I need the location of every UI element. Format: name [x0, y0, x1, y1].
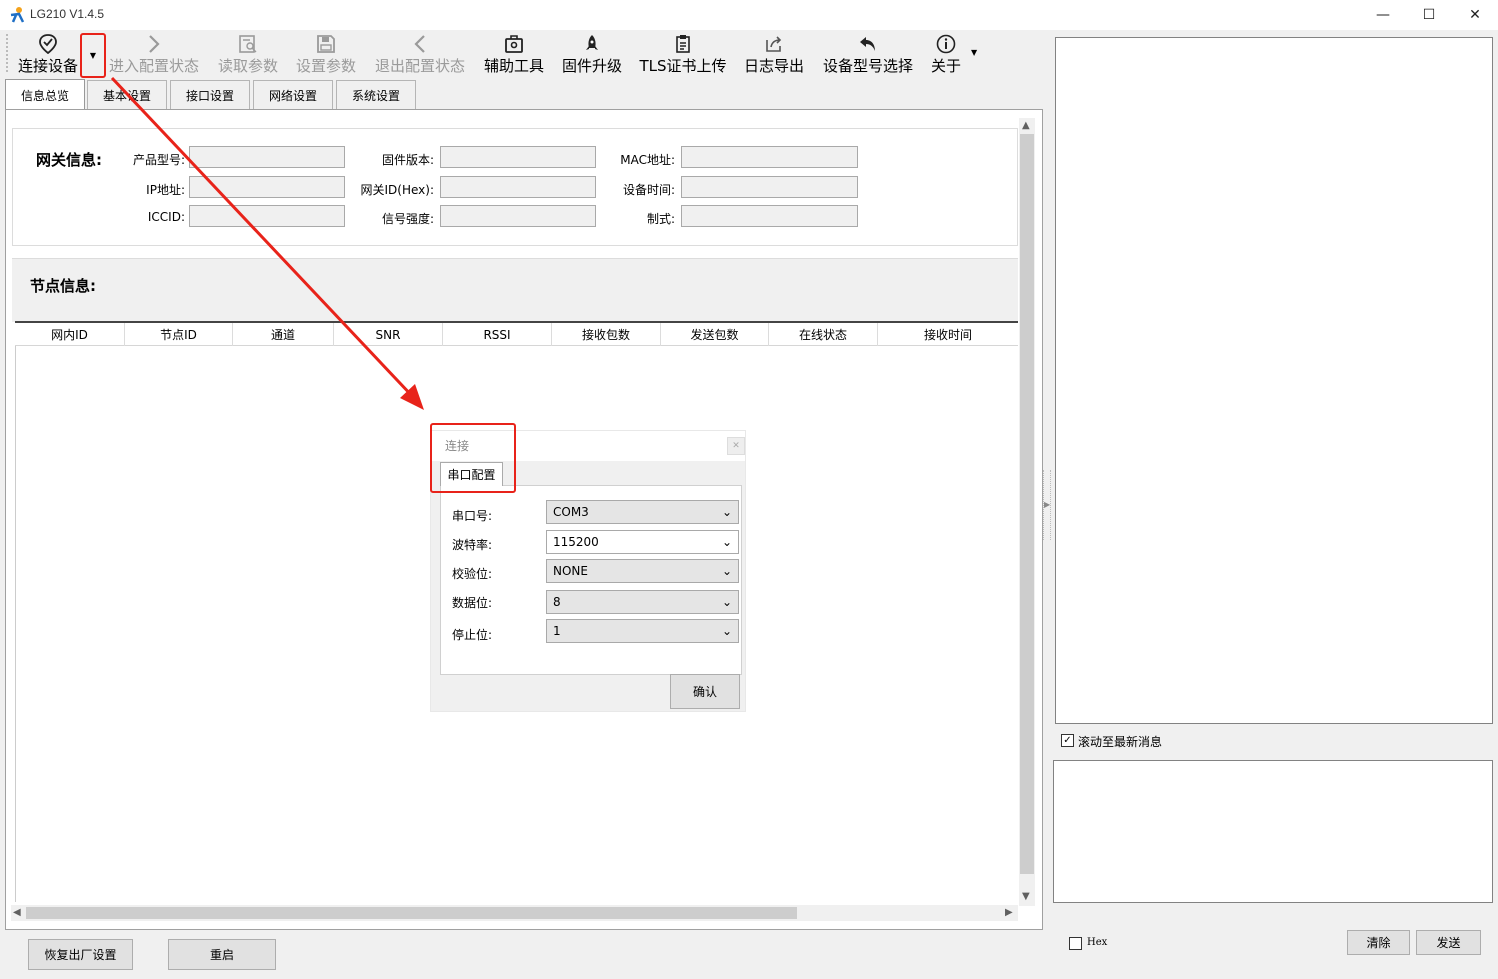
- annotation-arrow: [110, 76, 424, 410]
